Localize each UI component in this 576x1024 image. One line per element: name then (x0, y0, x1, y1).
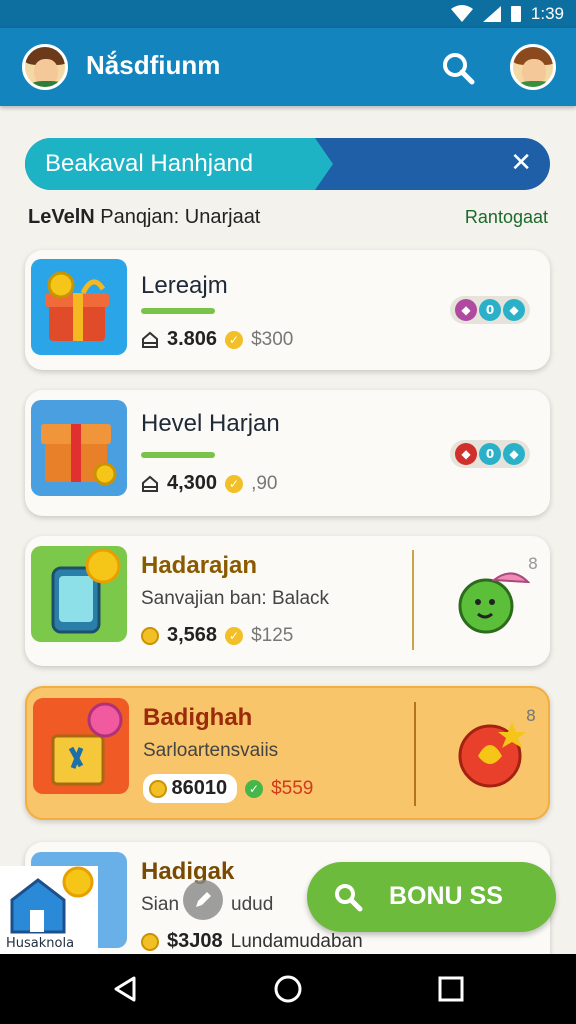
coin-pill: 86010 (143, 774, 238, 803)
gift-box-icon (31, 259, 127, 355)
check-icon: ✓ (225, 474, 244, 493)
treasure-box-icon (31, 400, 127, 496)
item-price: $559 (271, 777, 314, 799)
divider (412, 550, 414, 650)
coin-icon (149, 779, 167, 798)
phone-icon (31, 546, 127, 642)
divider (414, 702, 416, 806)
app-title: Nắsdfiunm (86, 50, 221, 80)
badge-icon: ◆ (455, 299, 477, 321)
search-icon (335, 884, 363, 912)
badge-icon: 0 (479, 299, 501, 321)
status-icons: 1:39 (450, 4, 564, 24)
list-item[interactable]: Hadarajan Sanvajian ban: Balack 3,568 ✓ … (25, 536, 550, 666)
chest-icon (33, 698, 129, 794)
mascot-icon (458, 572, 530, 634)
profile-avatar[interactable] (22, 44, 68, 90)
card-subtitle-right: udud (231, 894, 274, 915)
close-icon[interactable]: ✕ (510, 148, 532, 178)
list-item[interactable]: Hevel Harjan 4,300 ✓ ,90 ◆ 0 ◆ (25, 390, 550, 516)
pencil-icon (196, 892, 211, 907)
check-icon: ✓ (225, 626, 244, 645)
badge-group: ◆ 0 ◆ (450, 296, 530, 324)
list-item[interactable]: Lereajm 3.806 ✓ $300 ◆ 0 ◆ (25, 250, 550, 370)
card-title: Hadarajan (141, 552, 258, 579)
item-price: Lundamudaban (230, 930, 363, 952)
card-subtitle: Sanvajian ban: Balack (141, 588, 330, 609)
card-title: Hadigak (141, 858, 235, 885)
item-count: 3.806 (167, 328, 218, 350)
item-count: $3J08 (167, 930, 223, 952)
item-count: 4,300 (167, 472, 218, 494)
search-icon[interactable] (440, 50, 476, 86)
coin-icon (141, 932, 159, 951)
list-item[interactable]: Badighah Sarloartensvaiis 86010 ✓ $559 8 (25, 686, 550, 820)
status-bar: 1:39 (0, 0, 576, 28)
promo-banner[interactable]: Beakaval Hanhjand ✕ (25, 138, 550, 190)
corner-count: 8 (527, 554, 538, 573)
app-bar: Nắsdfiunm (0, 28, 576, 106)
wifi-icon (450, 5, 473, 22)
ranking-link[interactable]: Rantogaat (465, 207, 548, 228)
battery-icon (510, 6, 521, 22)
banner-text: Beakaval Hanhjand (45, 150, 254, 177)
corner-count: 8 (525, 706, 536, 725)
item-count: 86010 (171, 777, 228, 799)
check-icon: ✓ (225, 330, 244, 349)
back-icon[interactable] (110, 974, 140, 1004)
home-icon (142, 475, 158, 492)
home-label: Husaknola (6, 936, 75, 951)
card-subtitle: Sarloartensvaiis (143, 740, 279, 761)
subheader-text: Panqjan: Unarjaat (94, 206, 261, 228)
badge-icon: ◆ (455, 443, 477, 465)
signal-icon (482, 6, 501, 22)
progress-bar (141, 308, 215, 314)
home-house-icon (10, 866, 94, 934)
level-subheader: LeVelN Panqjan: Unarjaat (28, 206, 260, 229)
edit-button[interactable] (183, 880, 223, 920)
card-subtitle: Sian (141, 894, 180, 915)
level-label: LeVelN (28, 206, 95, 228)
card-stats: 3,568 ✓ $125 (141, 624, 293, 647)
card-stats: 86010 ✓ $559 (143, 774, 313, 803)
item-price: ,90 (251, 472, 278, 494)
card-stats: 4,300 ✓ ,90 (141, 472, 277, 495)
badge-icon: ◆ (503, 443, 525, 465)
home-button-icon[interactable] (273, 974, 303, 1004)
badge-icon: 0 (479, 443, 501, 465)
badge-group: ◆ 0 ◆ (450, 440, 530, 468)
bonus-label: BONU SS (389, 882, 503, 910)
coin-icon (141, 626, 159, 645)
home-icon (142, 331, 158, 348)
heart-badge-icon (458, 722, 526, 788)
recents-icon[interactable] (436, 974, 466, 1004)
item-price: $300 (251, 328, 294, 350)
item-price: $125 (251, 624, 294, 646)
card-stats: 3.806 ✓ $300 (141, 328, 293, 351)
progress-bar (141, 452, 215, 458)
bonus-button[interactable]: BONU SS (307, 862, 556, 932)
item-count: 3,568 (167, 624, 218, 646)
card-title: Hevel Harjan (141, 410, 280, 437)
user-avatar[interactable] (510, 44, 556, 90)
badge-icon: ◆ (503, 299, 525, 321)
status-time: 1:39 (530, 4, 564, 23)
system-nav-bar (0, 954, 576, 1024)
card-title: Badighah (143, 704, 253, 731)
card-stats: $3J08 Lundamudaban (141, 930, 363, 953)
check-icon: ✓ (245, 779, 264, 798)
card-title: Lereajm (141, 272, 228, 299)
